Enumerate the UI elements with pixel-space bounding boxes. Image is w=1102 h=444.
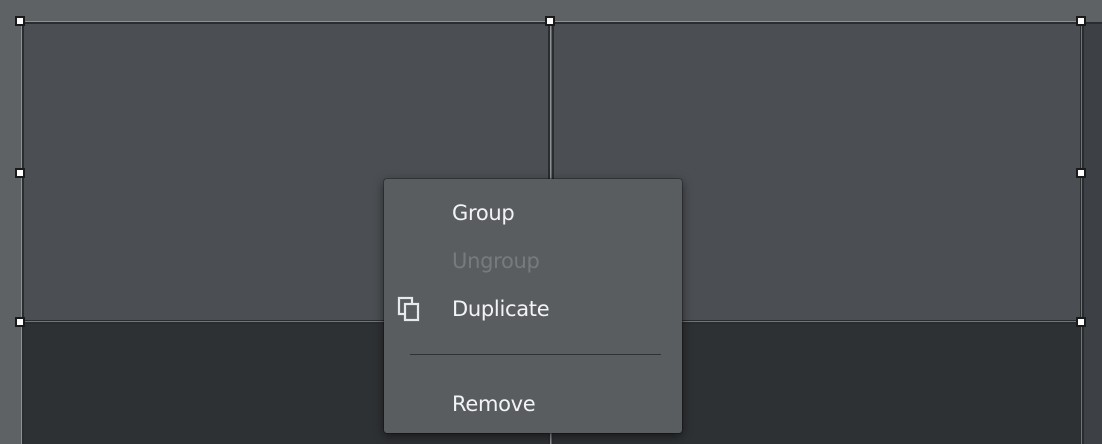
resize-handle-bottom-left[interactable] [15, 317, 25, 327]
resize-handle-bottom-right[interactable] [1076, 317, 1086, 327]
resize-handle-top-center[interactable] [545, 16, 555, 26]
resize-handle-middle-right[interactable] [1076, 168, 1086, 178]
menu-item-remove[interactable]: Remove [384, 382, 682, 426]
menu-item-label: Duplicate [452, 297, 550, 321]
resize-handle-top-right[interactable] [1076, 16, 1086, 26]
layout-cell-far-right[interactable] [1082, 22, 1102, 444]
selection-outline-left [21, 20, 22, 444]
selection-outline-right [1081, 20, 1082, 444]
menu-item-ungroup: Ungroup [384, 239, 682, 283]
menu-item-label: Group [452, 201, 515, 225]
layout-canvas[interactable]: Group Ungroup Duplicate Remove [0, 0, 1102, 444]
menu-item-label: Remove [452, 392, 536, 416]
context-menu: Group Ungroup Duplicate Remove [384, 179, 682, 433]
menu-item-group[interactable]: Group [384, 191, 682, 235]
menu-separator [410, 354, 661, 355]
duplicate-icon [396, 295, 424, 323]
menu-item-label: Ungroup [452, 249, 540, 273]
resize-handle-top-left[interactable] [15, 16, 25, 26]
menu-item-duplicate[interactable]: Duplicate [384, 287, 682, 331]
resize-handle-middle-left[interactable] [15, 168, 25, 178]
